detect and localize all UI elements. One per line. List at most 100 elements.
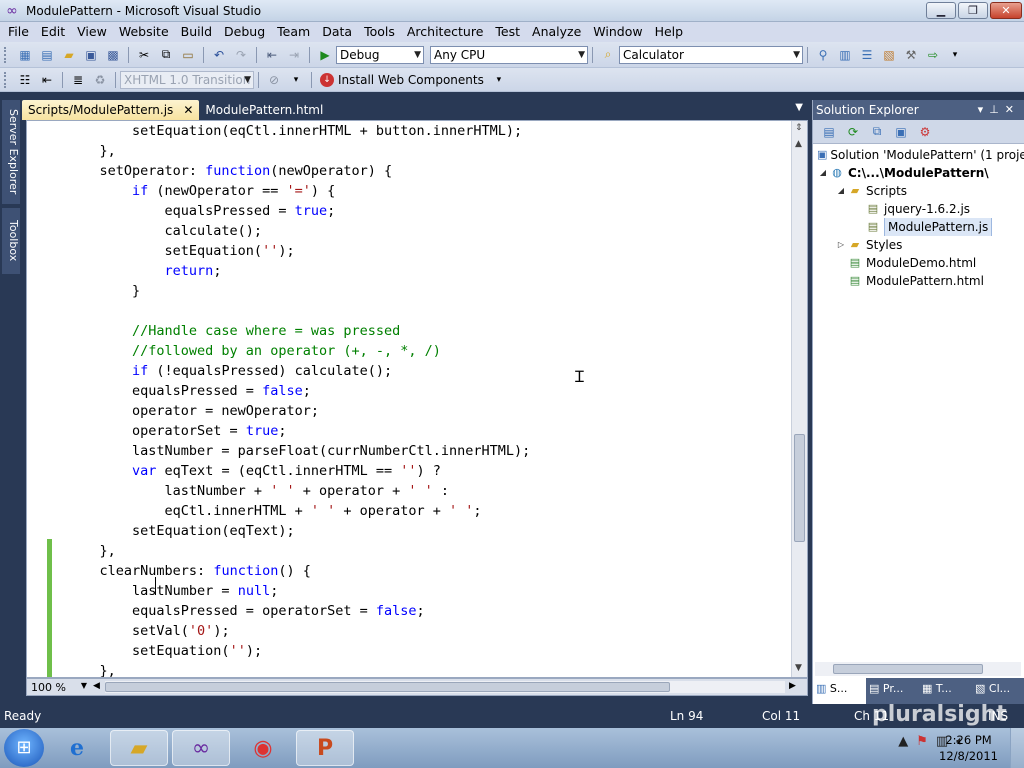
scroll-up-icon[interactable]: ▲ (795, 139, 802, 149)
code-line[interactable]: equalsPressed = true; (27, 201, 793, 221)
solution-configuration-dropdown[interactable]: Debug ▼ (336, 45, 424, 64)
show-hidden-icons-icon[interactable]: ▲ (898, 734, 908, 749)
tab-solution-explorer[interactable]: ▥ S... (813, 678, 866, 704)
tab-class-view[interactable]: ▧ Cl... (972, 678, 1024, 704)
start-page-icon[interactable]: ⇨ (924, 46, 942, 64)
editor-vertical-scrollbar[interactable]: ⇕ ▲ ▼ (791, 121, 807, 677)
menu-test[interactable]: Test (489, 22, 526, 42)
tab-modulepattern-js[interactable]: Scripts/ModulePattern.js ✕ (22, 100, 200, 120)
find-dropdown[interactable]: Calculator ▼ (619, 45, 803, 64)
toolbar-grip[interactable] (4, 71, 8, 88)
cut-icon[interactable]: ✂ (135, 46, 153, 64)
chevron-down-icon[interactable]: ▾ (978, 103, 990, 116)
code-line[interactable]: if (!equalsPressed) calculate(); (27, 361, 793, 381)
toolbar-options-icon[interactable]: ▾ (946, 46, 964, 64)
nest-related-files-icon[interactable]: ⧉ (868, 123, 886, 141)
install-web-components-button[interactable]: ↓ Install Web Components (316, 72, 488, 87)
save-all-icon[interactable]: ▩ (104, 46, 122, 64)
menu-team[interactable]: Team (271, 22, 316, 42)
comment-icon[interactable]: ≣ (69, 71, 87, 89)
tab-team-explorer[interactable]: ▦ T... (919, 678, 972, 704)
save-icon[interactable]: ▣ (82, 46, 100, 64)
object-browser-icon[interactable]: ▧ (880, 46, 898, 64)
code-line[interactable]: }, (27, 541, 793, 561)
tab-properties[interactable]: ▤ Pr... (866, 678, 919, 704)
tree-item[interactable]: ▣ Solution 'ModulePattern' (1 proje (813, 146, 1024, 164)
toolbar-grip[interactable] (4, 46, 8, 63)
menu-window[interactable]: Window (587, 22, 648, 42)
code-line[interactable]: lastNumber = parseFloat(currNumberCtl.in… (27, 441, 793, 461)
code-line[interactable]: clearNumbers: function() { (27, 561, 793, 581)
menu-build[interactable]: Build (175, 22, 218, 42)
format-selection-icon[interactable]: ☷ (16, 71, 34, 89)
scroll-left-icon[interactable]: ◀ (93, 681, 100, 691)
scrollbar-thumb[interactable] (105, 682, 670, 692)
code-line[interactable]: lastNumber + ' ' + operator + ' ' : (27, 481, 793, 501)
code-line[interactable]: equalsPressed = false; (27, 381, 793, 401)
code-line[interactable]: //Handle case where = was pressed (27, 321, 793, 341)
code-line[interactable]: //followed by an operator (+, -, *, /) (27, 341, 793, 361)
windows-explorer-icon[interactable]: ▰ (110, 730, 168, 766)
minimize-button[interactable]: ▁ (926, 2, 956, 19)
expander-icon[interactable]: ◢ (835, 182, 847, 200)
solution-horizontal-scrollbar[interactable] (815, 662, 1021, 676)
code-line[interactable]: return; (27, 261, 793, 281)
scrollbar-thumb[interactable] (794, 434, 805, 542)
menu-analyze[interactable]: Analyze (526, 22, 587, 42)
open-file-icon[interactable]: ▰ (60, 46, 78, 64)
find-in-files-icon[interactable]: ⌕ (599, 46, 617, 64)
undo-icon[interactable]: ↶ (210, 46, 228, 64)
tree-item[interactable]: ▤ ModulePattern.html (813, 272, 1024, 290)
code-area[interactable]: setEquation(eqCtl.innerHTML + button.inn… (27, 121, 793, 677)
toolbar-options-icon[interactable]: ▾ (490, 71, 508, 89)
tree-item[interactable]: ▷ ▰ Styles (813, 236, 1024, 254)
menu-help[interactable]: Help (649, 22, 690, 42)
internet-explorer-icon[interactable]: e (48, 730, 106, 766)
close-tab-icon[interactable]: ✕ (183, 100, 193, 120)
powerpoint-icon[interactable]: P (296, 730, 354, 766)
tree-item[interactable]: ▤ jquery-1.6.2.js (813, 200, 1024, 218)
code-line[interactable]: operatorSet = true; (27, 421, 793, 441)
menu-architecture[interactable]: Architecture (401, 22, 490, 42)
tree-item[interactable]: ▤ ModulePattern.js (813, 218, 1024, 236)
clock[interactable]: 2:26 PM 12/8/2011 (939, 732, 998, 764)
code-line[interactable]: operator = newOperator; (27, 401, 793, 421)
editor-horizontal-scrollbar[interactable] (105, 681, 785, 693)
code-line[interactable]: if (newOperator == '=') { (27, 181, 793, 201)
tree-item[interactable]: ▤ ModuleDemo.html (813, 254, 1024, 272)
add-item-icon[interactable]: ▤ (38, 46, 56, 64)
navigate-backward-icon[interactable]: ⇤ (263, 46, 281, 64)
toolbar-options-icon[interactable]: ▾ (287, 71, 305, 89)
chrome-icon[interactable]: ◉ (234, 730, 292, 766)
copy-web-site-icon[interactable]: ▣ (892, 123, 910, 141)
outdent-icon[interactable]: ⇤ (38, 71, 56, 89)
code-line[interactable]: setEquation(eqCtl.innerHTML + button.inn… (27, 121, 793, 141)
code-line[interactable]: var eqText = (eqCtl.innerHTML == '') ? (27, 461, 793, 481)
start-debugging-icon[interactable]: ▶ (316, 46, 334, 64)
code-line[interactable]: setEquation(''); (27, 641, 793, 661)
check-accessibility-icon[interactable]: ⊘ (265, 71, 283, 89)
properties-icon[interactable]: ☰ (858, 46, 876, 64)
tree-item[interactable]: ◢ ▰ Scripts (813, 182, 1024, 200)
paste-icon[interactable]: ▭ (179, 46, 197, 64)
pin-icon[interactable]: ⊥ (989, 103, 1005, 116)
maximize-button[interactable]: ❐ (958, 2, 988, 19)
code-line[interactable]: calculate(); (27, 221, 793, 241)
code-line[interactable]: eqCtl.innerHTML + ' ' + operator + ' '; (27, 501, 793, 521)
refresh-icon[interactable]: ⟳ (844, 123, 862, 141)
close-icon[interactable]: ✕ (1005, 103, 1020, 116)
properties-icon[interactable]: ▤ (820, 123, 838, 141)
code-line[interactable]: lastNumber = null; (27, 581, 793, 601)
scroll-right-icon[interactable]: ▶ (789, 681, 796, 691)
scroll-down-icon[interactable]: ▼ (795, 663, 802, 673)
menu-file[interactable]: File (2, 22, 35, 42)
close-button[interactable]: ✕ (990, 2, 1022, 19)
code-line[interactable] (27, 301, 793, 321)
solution-platform-dropdown[interactable]: Any CPU ▼ (430, 45, 588, 64)
menu-debug[interactable]: Debug (218, 22, 271, 42)
zoom-dropdown[interactable]: 100 % ▼ (27, 681, 87, 694)
expander-icon[interactable]: ▷ (835, 236, 847, 254)
menu-tools[interactable]: Tools (358, 22, 401, 42)
uncomment-icon[interactable]: ♻ (91, 71, 109, 89)
menu-edit[interactable]: Edit (35, 22, 71, 42)
